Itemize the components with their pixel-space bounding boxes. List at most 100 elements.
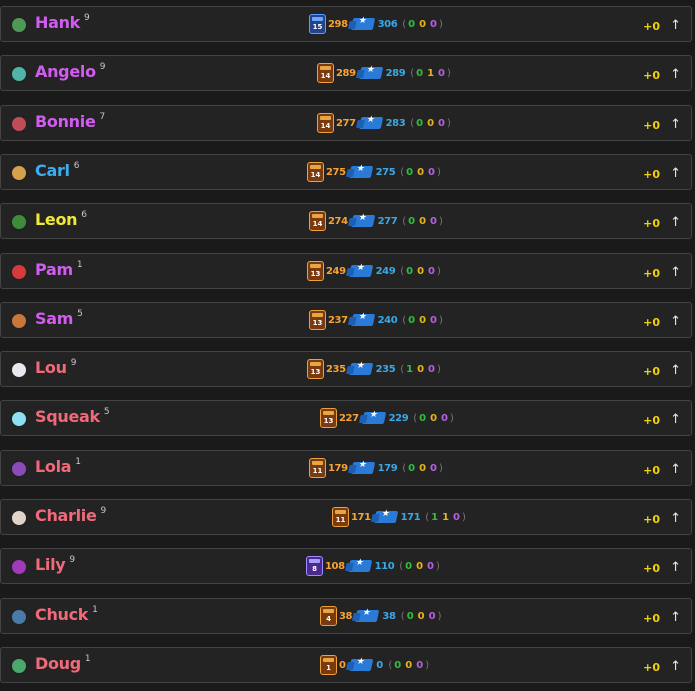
- power-level: 9: [84, 13, 90, 23]
- power-level: 9: [69, 555, 75, 566]
- stat-draws: 0: [419, 462, 427, 474]
- stat-draws: 0: [430, 413, 438, 425]
- brawler-name[interactable]: Pam 1: [35, 259, 83, 283]
- stat-draws: 0: [416, 561, 424, 573]
- brawler-name[interactable]: Squeak 5: [35, 407, 110, 430]
- stat-wins: 1: [406, 364, 414, 376]
- brawler-row[interactable]: Angelo914289289(010)+0↑: [0, 55, 692, 92]
- brawler-row[interactable]: Squeak5 13227 229 (000) +0 ↑: [0, 400, 692, 437]
- brawler-row[interactable]: Chuck143838(000)+0↑: [0, 597, 692, 634]
- brawler-row[interactable]: Carl614275275(000)+0↑: [0, 153, 692, 190]
- rank-badge-icon: 4: [320, 605, 337, 626]
- brawler-name[interactable]: Angelo 9: [35, 62, 106, 85]
- brawler-name[interactable]: Doug 1: [35, 654, 91, 677]
- rank-badge-icon: 14: [317, 63, 334, 84]
- brawler-name[interactable]: Carl 6: [35, 161, 79, 184]
- arrow-up-icon[interactable]: ↑: [670, 462, 681, 478]
- brawler-row[interactable]: Lily9 8108 110 (000) +0 ↑: [0, 548, 692, 585]
- brawler-name[interactable]: Lou 9: [35, 358, 76, 381]
- stat-wins: 0: [406, 265, 414, 277]
- stat-losses: 0: [438, 117, 445, 129]
- brawler-row[interactable]: Pam113249249(000)+0↑: [0, 252, 692, 289]
- max-trophies: 306: [377, 19, 398, 30]
- brawler-row[interactable]: Sam5 13237 240 (000) +0 ↑: [0, 301, 692, 338]
- brawler-row[interactable]: Charlie911171171(110)+0↑: [0, 499, 692, 535]
- trophy-road-icon: [348, 658, 374, 671]
- max-trophies: 283: [385, 117, 406, 129]
- arrow-up-icon[interactable]: ↑: [670, 166, 681, 182]
- power-level: 1: [76, 259, 83, 270]
- rank-badge-icon: 14: [317, 112, 334, 133]
- stat-wins: 0: [408, 19, 416, 30]
- trophy-change: +0: [643, 463, 660, 477]
- brawler-avatar-icon: [10, 459, 28, 478]
- brawler-row[interactable]: Bonnie7 14277 283 (000) +0 ↑: [0, 104, 692, 141]
- arrow-up-icon[interactable]: ↑: [670, 560, 681, 576]
- brawler-avatar-icon: [10, 213, 28, 232]
- stat-wins: 0: [406, 610, 414, 622]
- trophy-change: +0: [643, 217, 660, 231]
- trophy-change: +0: [643, 266, 660, 280]
- current-trophies: 298: [328, 19, 348, 30]
- brawler-name[interactable]: Leon 6: [35, 210, 87, 233]
- brawler-name[interactable]: Lola 1: [35, 457, 81, 480]
- stat-losses: 0: [438, 68, 445, 80]
- brawler-row[interactable]: Hank9 15298 306 (000) +0 ↑: [0, 6, 692, 42]
- trophy-road-icon: [373, 511, 398, 523]
- stat-wins: 1: [431, 512, 439, 523]
- power-level: 9: [100, 506, 107, 516]
- stat-wins: 0: [408, 314, 416, 326]
- trophy-road-icon: [348, 264, 373, 277]
- max-trophies: 38: [382, 610, 396, 622]
- brawler-row[interactable]: Lola111179179(000)+0↑: [0, 449, 692, 486]
- stat-losses: 0: [453, 512, 460, 523]
- match-stats: (0 0 0): [413, 413, 454, 425]
- brawler-name[interactable]: Lily 9: [35, 555, 75, 578]
- brawler-row[interactable]: Lou913235235(100)+0↑: [0, 351, 692, 388]
- arrow-up-icon[interactable]: ↑: [670, 67, 681, 83]
- match-stats: (0 1 0): [410, 68, 451, 80]
- power-level: 7: [99, 111, 106, 122]
- brawler-name[interactable]: Chuck 1: [35, 605, 98, 628]
- brawler-row[interactable]: Doug1100(000)+0↑: [0, 646, 692, 683]
- rank-badge-icon: 11: [332, 507, 349, 527]
- current-trophies: 237: [328, 314, 348, 326]
- arrow-up-icon[interactable]: ↑: [670, 215, 681, 231]
- trophy-change: +0: [643, 611, 660, 625]
- brawler-avatar-icon: [10, 509, 28, 527]
- rank-badge-icon: 14: [309, 211, 326, 232]
- brawler-name[interactable]: Bonnie 7: [35, 112, 105, 135]
- stat-losses: 0: [430, 314, 437, 326]
- trophy-road-icon: [358, 116, 383, 129]
- trophy-change: +0: [643, 513, 660, 526]
- current-trophies: 277: [336, 117, 356, 129]
- brawler-avatar-icon: [10, 607, 28, 626]
- arrow-up-icon[interactable]: ↑: [670, 18, 681, 34]
- brawler-name-label: Chuck: [35, 604, 89, 624]
- arrow-up-icon[interactable]: ↑: [670, 265, 681, 281]
- current-trophies: 274: [328, 216, 348, 228]
- brawler-avatar-icon: [10, 16, 28, 34]
- stat-losses: 0: [427, 561, 434, 573]
- arrow-up-icon[interactable]: ↑: [670, 363, 681, 379]
- arrow-up-icon[interactable]: ↑: [670, 511, 681, 527]
- max-trophies: 235: [375, 364, 396, 376]
- trophy-change: +0: [643, 315, 660, 329]
- current-trophies: 38: [339, 610, 353, 622]
- max-trophies: 289: [385, 68, 406, 80]
- brawler-name[interactable]: Charlie 9: [35, 506, 106, 529]
- brawler-name[interactable]: Hank 9: [35, 13, 90, 36]
- brawler-row[interactable]: Leon6 14274 277 (000) +0 ↑: [0, 203, 692, 240]
- stat-wins: 0: [406, 166, 414, 178]
- brawler-name[interactable]: Sam 5: [35, 309, 83, 332]
- arrow-up-icon[interactable]: ↑: [670, 117, 681, 133]
- max-trophies: 0: [376, 659, 383, 671]
- arrow-up-icon[interactable]: ↑: [670, 659, 681, 675]
- arrow-up-icon[interactable]: ↑: [670, 314, 681, 330]
- brawler-avatar-icon: [10, 410, 28, 429]
- stat-wins: 0: [405, 561, 413, 573]
- current-trophies: 249: [326, 265, 346, 277]
- arrow-up-icon[interactable]: ↑: [670, 610, 681, 626]
- arrow-up-icon[interactable]: ↑: [670, 412, 681, 428]
- rank-badge-icon: 15: [309, 14, 326, 34]
